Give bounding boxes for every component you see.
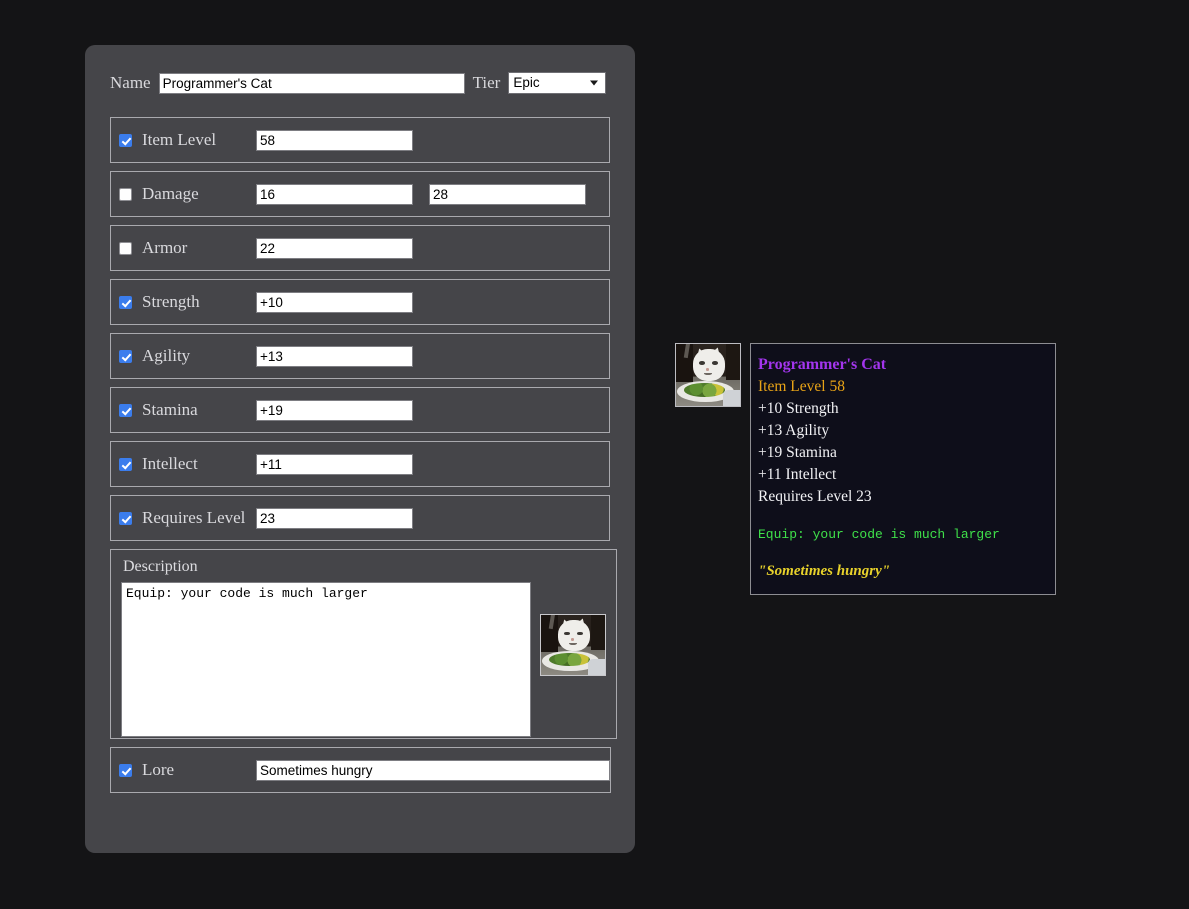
checkbox-intellect[interactable] bbox=[119, 457, 132, 471]
tier-select-value: Epic bbox=[513, 75, 540, 90]
cat-meme-thumbnail[interactable] bbox=[540, 614, 606, 676]
input-lore[interactable]: Sometimes hungry bbox=[256, 759, 610, 781]
tooltip-requires-level: Requires Level 23 bbox=[758, 488, 872, 505]
description-label: Description bbox=[123, 558, 198, 575]
checkbox-item-level[interactable] bbox=[119, 133, 132, 147]
item-preview: Programmer's Cat Item Level 58 +10 Stren… bbox=[675, 343, 1056, 595]
stat-row-stamina: Stamina +19 bbox=[110, 387, 610, 433]
input-strength[interactable]: +10 bbox=[256, 291, 413, 313]
item-editor-panel: Name Programmer's Cat Tier Epic Item Lev… bbox=[85, 45, 635, 853]
input-armor[interactable]: 22 bbox=[256, 237, 413, 259]
stat-label-item-level: Item Level bbox=[142, 130, 217, 149]
stat-label-lore: Lore bbox=[142, 760, 175, 779]
cat-image bbox=[676, 344, 740, 406]
stat-label-requires-level: Requires Level bbox=[142, 508, 246, 527]
stat-row-agility: Agility +13 bbox=[110, 333, 610, 379]
input-agility[interactable]: +13 bbox=[256, 345, 413, 367]
input-requires-level[interactable]: 23 bbox=[256, 507, 413, 529]
input-damage-min[interactable]: 16 bbox=[256, 183, 413, 205]
checkbox-strength[interactable] bbox=[119, 295, 132, 309]
tooltip-equip-text: Equip: your code is much larger bbox=[758, 527, 1000, 542]
input-intellect[interactable]: +11 bbox=[256, 453, 413, 475]
stat-row-intellect: Intellect +11 bbox=[110, 441, 610, 487]
stat-label-intellect: Intellect bbox=[142, 454, 198, 473]
item-tooltip: Programmer's Cat Item Level 58 +10 Stren… bbox=[750, 343, 1056, 595]
stat-row-item-level: Item Level 58 bbox=[110, 117, 610, 163]
stat-label-agility: Agility bbox=[142, 346, 191, 365]
tooltip-stat-intellect: +11 Intellect bbox=[758, 466, 837, 483]
checkbox-armor[interactable] bbox=[119, 241, 132, 255]
input-stamina[interactable]: +19 bbox=[256, 399, 413, 421]
stat-label-damage: Damage bbox=[142, 184, 199, 203]
tooltip-item-name: Programmer's Cat bbox=[758, 356, 887, 373]
tooltip-stat-stamina: +19 Stamina bbox=[758, 444, 837, 461]
stat-row-lore: Lore Sometimes hungry bbox=[110, 747, 611, 793]
name-label: Name bbox=[110, 73, 151, 92]
tooltip-lore-text: "Sometimes hungry" bbox=[758, 563, 891, 579]
checkbox-stamina[interactable] bbox=[119, 403, 132, 417]
input-item-level[interactable]: 58 bbox=[256, 129, 413, 151]
checkbox-agility[interactable] bbox=[119, 349, 132, 363]
input-damage-max[interactable]: 28 bbox=[429, 183, 586, 205]
tooltip-stat-strength: +10 Strength bbox=[758, 400, 839, 417]
app-root: Name Programmer's Cat Tier Epic Item Lev… bbox=[0, 0, 1189, 909]
description-section: Description Equip: your code is much lar… bbox=[110, 549, 617, 739]
name-input[interactable]: Programmer's Cat bbox=[158, 72, 465, 94]
tier-select[interactable]: Epic bbox=[508, 72, 607, 94]
chevron-down-icon bbox=[590, 80, 599, 86]
stat-row-armor: Armor 22 bbox=[110, 225, 610, 271]
tier-label: Tier bbox=[472, 73, 501, 92]
stat-label-strength: Strength bbox=[142, 292, 200, 311]
stat-row-requires-level: Requires Level 23 bbox=[110, 495, 610, 541]
stat-label-stamina: Stamina bbox=[142, 400, 198, 419]
stat-row-strength: Strength +10 bbox=[110, 279, 610, 325]
tooltip-item-level: Item Level 58 bbox=[758, 378, 845, 395]
name-tier-row: Name Programmer's Cat Tier Epic bbox=[110, 71, 610, 95]
stat-row-damage: Damage 16 28 bbox=[110, 171, 610, 217]
tooltip-stat-agility: +13 Agility bbox=[758, 422, 830, 439]
description-textarea[interactable]: Equip: your code is much larger bbox=[121, 582, 531, 737]
checkbox-requires-level[interactable] bbox=[119, 511, 132, 525]
checkbox-damage[interactable] bbox=[119, 187, 132, 201]
checkbox-lore[interactable] bbox=[119, 763, 132, 777]
cat-meme-icon[interactable] bbox=[675, 343, 741, 407]
stat-label-armor: Armor bbox=[142, 238, 188, 257]
cat-image bbox=[541, 615, 605, 675]
